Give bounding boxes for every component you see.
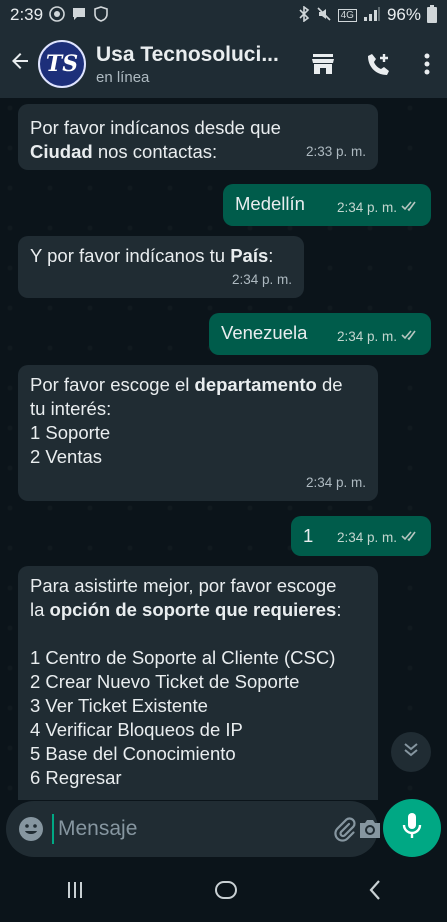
message-outgoing[interactable]: Medellín 2:34 p. m.	[223, 184, 431, 226]
message-outgoing[interactable]: Venezuela 2:34 p. m.	[209, 313, 431, 355]
chat-header: TS Usa Tecnosoluci... en línea	[0, 30, 447, 98]
message-text: Y por favor indícanos tu País:	[30, 244, 292, 268]
message-text-run: 1	[303, 525, 314, 546]
message-time: 2:34 p. m.	[336, 329, 397, 344]
camera-icon[interactable]	[357, 818, 383, 840]
home-icon[interactable]	[214, 878, 238, 907]
avatar[interactable]: TS	[38, 40, 86, 88]
message-incoming[interactable]: Por favor indícanos desde que Ciudad nos…	[18, 104, 378, 170]
message-time: 2:34 p. m.	[232, 272, 293, 287]
status-bar: 2:39 4G 96%	[0, 0, 447, 30]
system-navigation-bar	[0, 862, 447, 922]
add-call-icon[interactable]	[351, 51, 407, 77]
message-outgoing[interactable]: 1 2:34 p. m.	[291, 516, 431, 556]
message-composer	[6, 801, 380, 857]
system-back-icon[interactable]	[367, 878, 383, 907]
message-text-run: Por favor escoge el	[30, 374, 195, 395]
contact-name: Usa Tecnosoluci...	[96, 42, 279, 66]
message-text: Medellín	[235, 193, 305, 214]
read-receipt-icon	[401, 325, 419, 349]
message-time: 2:33 p. m.	[305, 144, 366, 159]
message-incoming[interactable]: Y por favor indícanos tu País: 2:34 p. m…	[18, 236, 304, 298]
read-receipt-icon	[401, 526, 419, 550]
message-text-run: Venezuela	[221, 322, 308, 343]
message-incoming[interactable]: Por favor escoge el departamento de tu i…	[18, 365, 378, 501]
voice-message-button[interactable]	[383, 799, 441, 857]
message-bold-text: Ciudad	[30, 141, 93, 162]
message-text: Por favor escoge el departamento de tu i…	[30, 373, 366, 469]
message-meta: 2:34 p. m.	[337, 526, 419, 550]
contact-info[interactable]: Usa Tecnosoluci... en línea	[96, 43, 295, 86]
message-text: Para asistirte mejor, por favor escoge l…	[30, 574, 366, 790]
scroll-to-bottom-button[interactable]	[391, 732, 431, 772]
message-meta: 2:34 p. m.	[337, 325, 419, 349]
message-meta: 2:34 p. m.	[337, 196, 419, 220]
message-time: 2:34 p. m.	[336, 200, 397, 215]
message-text: 1	[303, 525, 313, 546]
recent-apps-icon[interactable]	[65, 880, 85, 905]
signal-icon	[363, 6, 381, 25]
contact-status: en línea	[96, 68, 150, 86]
attach-icon[interactable]	[331, 816, 357, 842]
emoji-icon[interactable]	[18, 816, 44, 842]
message-incoming[interactable]: Para asistirte mejor, por favor escoge l…	[18, 566, 378, 800]
message-bold-text: País	[230, 245, 269, 266]
mute-icon	[316, 6, 332, 25]
message-icon	[71, 6, 87, 25]
battery-percent: 96%	[386, 5, 421, 24]
message-text-run: : 1 Centro de Soporte al Cliente (CSC) 2…	[30, 599, 342, 788]
battery-icon	[427, 4, 437, 26]
back-arrow-icon[interactable]	[2, 49, 38, 80]
bluetooth-icon	[298, 4, 310, 25]
shield-icon	[93, 5, 109, 25]
message-text-run: Y por favor indícanos tu	[30, 245, 231, 266]
message-text-run: Por favor indícanos desde que	[30, 117, 281, 138]
message-input[interactable]	[52, 814, 331, 844]
double-chevron-down-icon	[402, 741, 420, 764]
status-time: 2:39	[10, 5, 44, 24]
message-text-run: nos contactas:	[92, 141, 218, 162]
message-text-run: Medellín	[235, 193, 305, 214]
chat-area[interactable]: Por favor indícanos desde que Ciudad nos…	[0, 98, 447, 800]
store-icon[interactable]	[295, 52, 351, 76]
notification-icon	[49, 5, 65, 25]
more-options-icon[interactable]	[407, 53, 447, 75]
read-receipt-icon	[401, 196, 419, 220]
microphone-icon	[402, 812, 422, 845]
message-bold-text: opción de soporte que requieres	[49, 599, 337, 620]
message-text-run: :	[268, 245, 274, 266]
message-time: 2:34 p. m.	[305, 475, 366, 490]
message-time: 2:34 p. m.	[336, 530, 397, 545]
message-text: Venezuela	[221, 322, 307, 343]
lte-icon: 4G	[337, 8, 357, 22]
message-bold-text: departamento	[194, 374, 317, 395]
